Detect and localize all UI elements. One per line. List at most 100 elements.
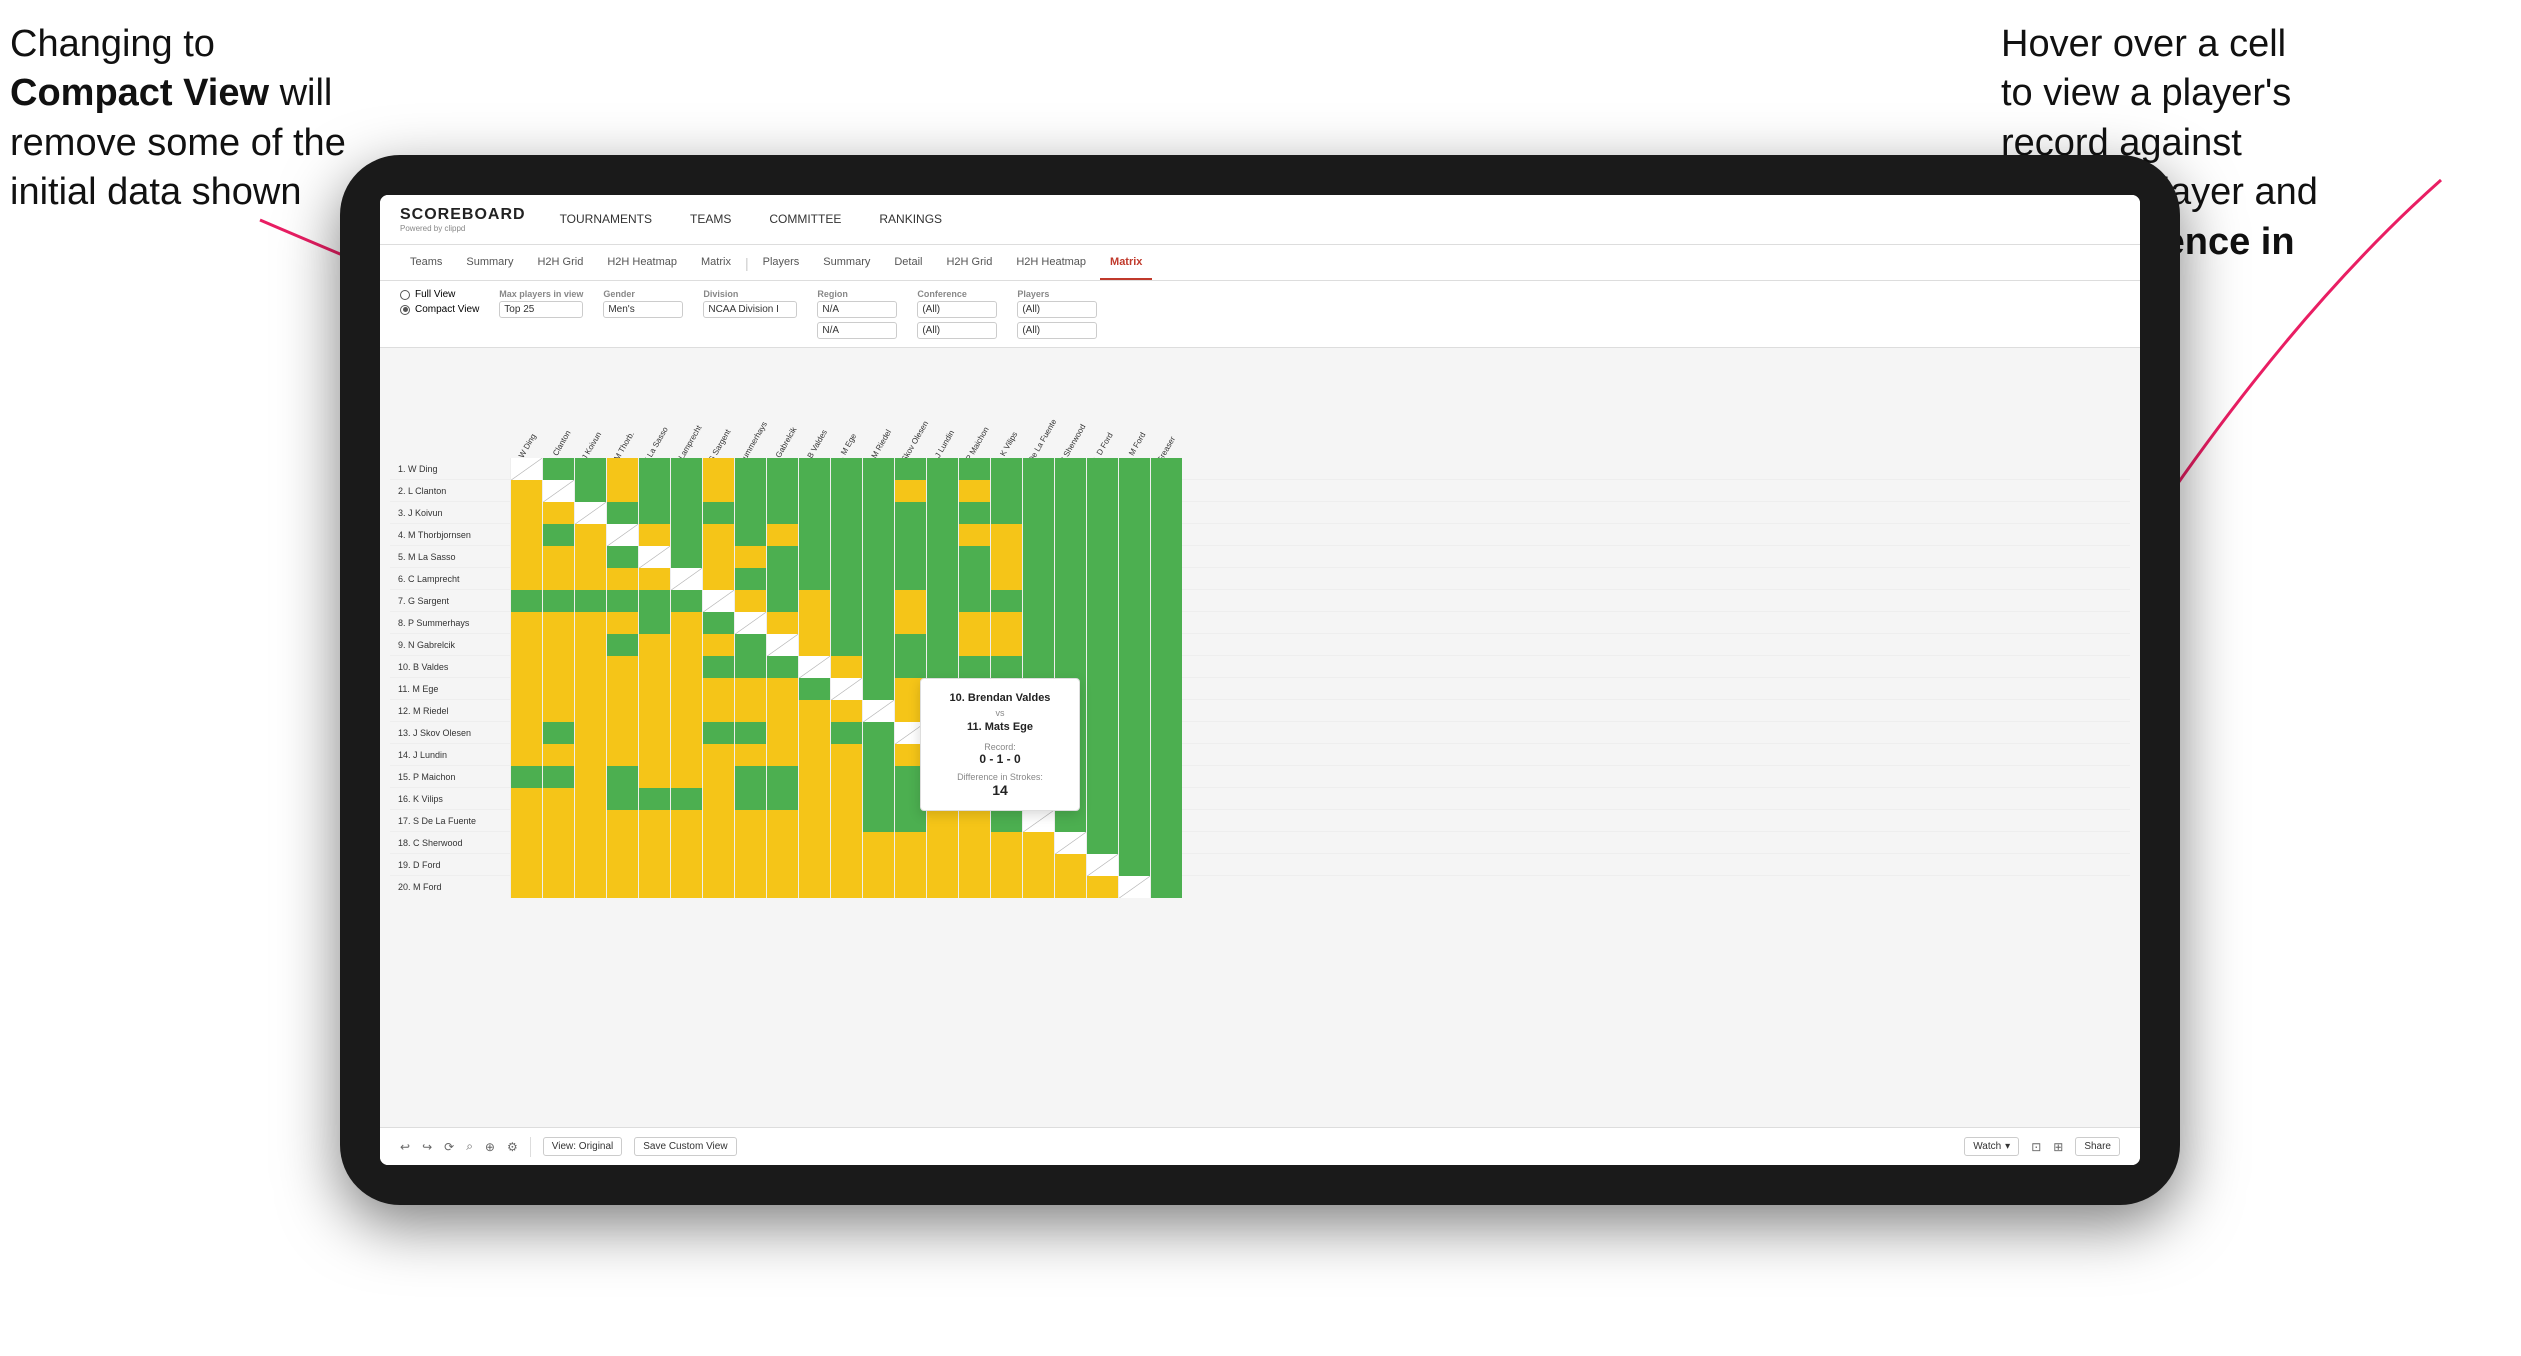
matrix-cell[interactable] [734, 722, 766, 744]
matrix-cell[interactable] [542, 722, 574, 744]
region-select-2[interactable]: N/A [817, 322, 897, 339]
matrix-cell[interactable] [574, 788, 606, 810]
view-original-btn[interactable]: View: Original [543, 1137, 623, 1156]
matrix-cell[interactable] [830, 744, 862, 766]
matrix-cell[interactable] [702, 590, 734, 612]
matrix-cell[interactable] [606, 568, 638, 590]
matrix-cell[interactable] [1118, 876, 1150, 898]
players-select-1[interactable]: (All) [1017, 301, 1097, 318]
matrix-cell[interactable] [638, 546, 670, 568]
matrix-cell[interactable] [542, 656, 574, 678]
matrix-cell[interactable] [894, 502, 926, 524]
matrix-cell[interactable] [670, 744, 702, 766]
matrix-cell[interactable] [638, 678, 670, 700]
matrix-cell[interactable] [990, 854, 1022, 876]
undo-icon[interactable]: ↩ [400, 1140, 410, 1154]
matrix-cell[interactable] [510, 590, 542, 612]
matrix-cell[interactable] [542, 612, 574, 634]
matrix-cell[interactable] [862, 480, 894, 502]
matrix-cell[interactable] [1054, 458, 1086, 480]
matrix-cell[interactable] [766, 480, 798, 502]
matrix-cell[interactable] [1118, 612, 1150, 634]
matrix-cell[interactable] [990, 634, 1022, 656]
matrix-cell[interactable] [702, 480, 734, 502]
matrix-cell[interactable] [766, 524, 798, 546]
full-view-option[interactable]: Full View [400, 289, 479, 300]
matrix-cell[interactable] [1118, 480, 1150, 502]
matrix-cell[interactable] [574, 832, 606, 854]
matrix-cell[interactable] [1086, 458, 1118, 480]
matrix-cell[interactable] [990, 832, 1022, 854]
nav-teams[interactable]: TEAMS [686, 195, 735, 244]
matrix-cell[interactable] [1086, 788, 1118, 810]
matrix-cell[interactable] [798, 766, 830, 788]
matrix-cell[interactable] [734, 744, 766, 766]
matrix-cell[interactable] [542, 502, 574, 524]
matrix-cell[interactable] [542, 832, 574, 854]
matrix-cell[interactable] [1054, 524, 1086, 546]
matrix-cell[interactable] [670, 788, 702, 810]
matrix-cell[interactable] [862, 744, 894, 766]
matrix-cell[interactable] [862, 810, 894, 832]
matrix-cell[interactable] [574, 722, 606, 744]
matrix-cell[interactable] [542, 810, 574, 832]
matrix-cell[interactable] [542, 854, 574, 876]
share-btn[interactable]: Share [2075, 1137, 2120, 1156]
matrix-cell[interactable] [574, 458, 606, 480]
matrix-cell[interactable] [926, 612, 958, 634]
matrix-cell[interactable] [894, 458, 926, 480]
matrix-cell[interactable] [766, 502, 798, 524]
matrix-cell[interactable] [1054, 546, 1086, 568]
matrix-cell[interactable] [574, 634, 606, 656]
tab-matrix-1[interactable]: Matrix [691, 245, 741, 280]
matrix-cell[interactable] [702, 832, 734, 854]
matrix-cell[interactable] [958, 546, 990, 568]
matrix-cell[interactable] [510, 854, 542, 876]
matrix-cell[interactable] [766, 766, 798, 788]
matrix-cell[interactable] [1022, 656, 1054, 678]
matrix-cell[interactable] [990, 590, 1022, 612]
matrix-cell[interactable] [638, 656, 670, 678]
matrix-cell[interactable] [542, 788, 574, 810]
matrix-cell[interactable] [862, 634, 894, 656]
matrix-cell[interactable] [702, 810, 734, 832]
matrix-cell[interactable] [670, 876, 702, 898]
matrix-cell[interactable] [798, 546, 830, 568]
matrix-cell[interactable] [510, 678, 542, 700]
matrix-cell[interactable] [990, 502, 1022, 524]
matrix-cell[interactable] [734, 590, 766, 612]
matrix-cell[interactable] [606, 788, 638, 810]
matrix-cell[interactable] [542, 700, 574, 722]
matrix-cell[interactable] [1150, 876, 1182, 898]
matrix-cell[interactable] [574, 524, 606, 546]
matrix-cell[interactable] [606, 656, 638, 678]
matrix-cell[interactable] [1022, 832, 1054, 854]
matrix-cell[interactable] [1118, 568, 1150, 590]
matrix-cell[interactable] [958, 656, 990, 678]
matrix-cell[interactable] [830, 612, 862, 634]
matrix-cell[interactable] [606, 700, 638, 722]
matrix-cell[interactable] [734, 854, 766, 876]
matrix-cell[interactable] [862, 678, 894, 700]
grid-icon[interactable]: ⊞ [2053, 1140, 2063, 1154]
matrix-cell[interactable] [1150, 568, 1182, 590]
matrix-cell[interactable] [542, 524, 574, 546]
zoom-icon[interactable]: ⊕ [485, 1140, 495, 1154]
matrix-cell[interactable] [830, 766, 862, 788]
matrix-cell[interactable] [670, 722, 702, 744]
matrix-cell[interactable] [766, 700, 798, 722]
matrix-cell[interactable] [926, 590, 958, 612]
matrix-cell[interactable] [766, 590, 798, 612]
matrix-cell[interactable] [542, 590, 574, 612]
matrix-cell[interactable] [1150, 634, 1182, 656]
matrix-cell[interactable] [1086, 656, 1118, 678]
matrix-cell[interactable] [1086, 700, 1118, 722]
matrix-cell[interactable] [798, 480, 830, 502]
matrix-cell[interactable] [926, 480, 958, 502]
matrix-cell[interactable] [862, 568, 894, 590]
tab-h2h-grid-2[interactable]: H2H Grid [936, 245, 1002, 280]
matrix-cell[interactable] [1086, 590, 1118, 612]
matrix-cell[interactable] [734, 788, 766, 810]
max-players-select[interactable]: Top 25 [499, 301, 583, 318]
matrix-cell[interactable] [734, 832, 766, 854]
